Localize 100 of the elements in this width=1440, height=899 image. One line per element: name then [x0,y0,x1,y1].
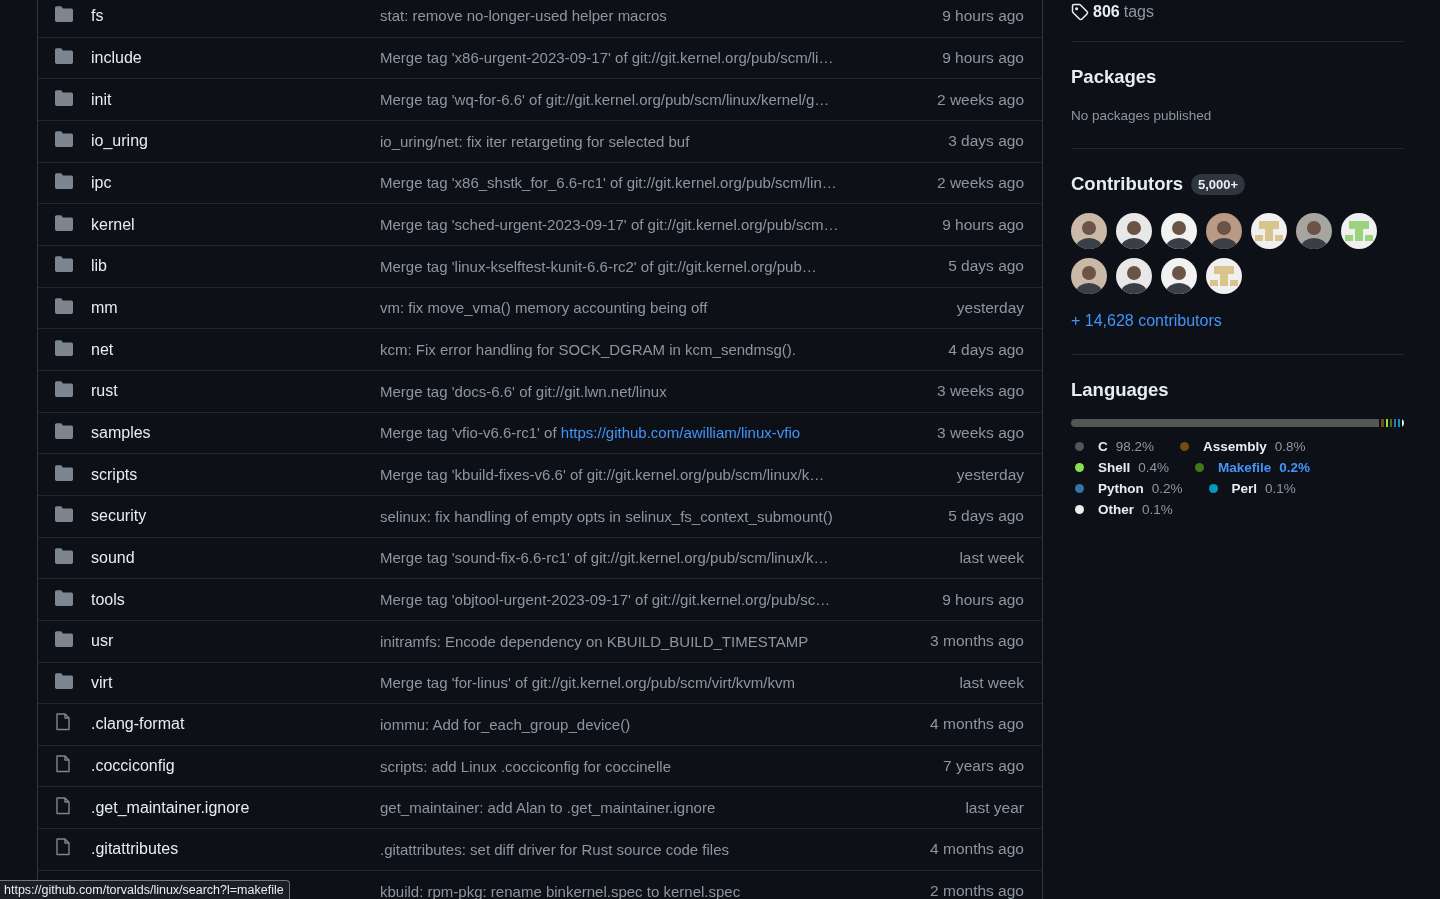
folder-icon [55,464,73,481]
file-name[interactable]: scripts [91,465,362,484]
avatar[interactable] [1206,258,1242,294]
avatar[interactable] [1251,213,1287,249]
commit-time: 5 days ago [948,257,1024,276]
commit-message[interactable]: Merge tag 'docs-6.6' of git://git.lwn.net/linux [380,382,919,400]
commit-message[interactable]: stat: remove no-longer-used helper macros [380,7,925,25]
commit-time: 2 months ago [930,882,1024,899]
commit-message[interactable]: Merge tag 'x86_shstk_for_6.6-rc1' of git://git.kernel.org/pub/scm/lin… [380,174,919,192]
language-item[interactable]: Shell 0.4% [1075,460,1170,475]
file-name[interactable]: sound [91,548,362,567]
commit-time: 3 months ago [930,632,1024,651]
file-name[interactable]: .cocciconfig [91,757,362,776]
commit-time: last year [965,798,1024,817]
tags-count[interactable]: 806 [1093,3,1120,21]
file-name[interactable]: net [91,340,362,359]
file-name[interactable]: lib [91,257,362,276]
file-name[interactable]: samples [91,423,362,442]
commit-time: 3 days ago [948,132,1024,151]
avatar[interactable] [1161,213,1197,249]
folder-icon [55,672,73,689]
commit-message[interactable]: Merge tag 'sched-urgent-2023-09-17' of git://git.kernel.org/pub/scm… [380,216,925,234]
commit-message[interactable]: Merge tag 'sound-fix-6.6-rc1' of git://git.kernel.org/pub/scm/linux/k… [380,549,942,567]
folder-icon [55,89,73,106]
language-item[interactable]: Assembly 0.8% [1180,439,1306,454]
avatar[interactable] [1116,258,1152,294]
avatar[interactable] [1071,258,1107,294]
commit-message[interactable]: Merge tag 'objtool-urgent-2023-09-17' of git://git.kernel.org/pub/sc… [380,591,925,608]
folder-icon [55,256,73,273]
section-title[interactable]: Packages [1071,66,1404,88]
folder-icon [55,131,73,148]
contributors-link[interactable]: + 14,628 contributors [1071,312,1222,329]
commit-message[interactable]: kcm: Fix error handling for SOCK_DGRAM in kcm_sendmsg(). [380,341,931,359]
commit-time: 2 weeks ago [936,90,1024,109]
section-title[interactable]: Contributors [1071,173,1183,195]
commit-time: 4 months ago [930,840,1024,859]
folder-icon [55,5,73,22]
commit-message[interactable]: vm: fix move_vma() memory accounting being off [380,299,939,317]
commit-message[interactable]: selinux: fix handling of empty opts in selinux_fs_context_submount() [380,507,931,525]
commit-time: last week [959,548,1024,567]
folder-icon [55,631,73,648]
folder-icon [55,172,73,189]
commit-message[interactable]: kbuild: rpm-pkg: rename binkernel.spec to kernel.spec [380,882,913,899]
empty-text: No packages published [1071,108,1212,123]
commit-time: 9 hours ago [942,49,1024,67]
folder-icon [55,297,73,314]
commit-message[interactable]: .gitattributes: set diff driver for Rust source code files [380,840,913,858]
avatar[interactable] [1071,213,1107,249]
avatar[interactable] [1161,258,1197,294]
file-name[interactable]: fs [91,6,362,25]
language-item[interactable]: Other 0.1% [1075,502,1173,517]
commit-time: 9 hours ago [942,215,1024,234]
file-name[interactable]: mm [91,298,362,317]
commit-link[interactable]: https://github.com/awilliam/linux-vfio [560,424,801,442]
folder-icon [55,381,73,398]
commit-time: 4 months ago [930,715,1024,734]
file-name[interactable]: kernel [91,215,362,234]
commit-message[interactable]: scripts: add Linux .cocciconfig for coccinelle [380,757,925,775]
avatar[interactable] [1341,213,1377,249]
commit-message[interactable]: Merge tag 'x86-urgent-2023-09-17' of git://git.kernel.org/pub/scm/li… [380,49,925,67]
commit-message[interactable]: Merge tag 'linux-kselftest-kunit-6.6-rc2' of git://git.kernel.org/pub… [380,257,931,275]
avatar[interactable] [1296,213,1332,249]
folder-icon [55,48,73,64]
file-name[interactable]: io_uring [91,132,362,151]
language-item[interactable]: Makefile 0.2% [1195,460,1311,475]
commit-time: yesterday [956,298,1024,317]
commit-message[interactable]: Merge tag 'for-linus' of git://git.kernel.org/pub/scm/virt/kvm/kvm [380,674,942,692]
file-icon [55,755,71,774]
commit-message[interactable]: Merge tag 'vfio-v6.6-rc1' of https://github.com/awilliam/linux-vfio [380,424,919,442]
count-badge: 5,000+ [1191,173,1246,195]
folder-icon [55,506,73,523]
file-name[interactable]: security [91,507,362,526]
commit-time: 7 years ago [943,757,1024,776]
commit-time: 3 weeks ago [936,423,1024,442]
language-item[interactable]: Perl 0.1% [1208,481,1296,496]
commit-time: 2 weeks ago [936,173,1024,192]
file-name[interactable]: .clang-format [91,715,362,734]
file-icon [55,838,71,857]
commit-message[interactable]: Merge tag 'wq-for-6.6' of git://git.kernel.org/pub/scm/linux/kernel/g… [380,91,919,109]
file-name[interactable]: .get_maintainer.ignore [91,798,362,817]
avatar[interactable] [1116,213,1152,249]
file-name[interactable]: virt [91,673,362,692]
avatar[interactable] [1206,213,1242,249]
commit-message[interactable]: io_uring/net: fix iter retargeting for selected buf [380,132,931,150]
file-name[interactable]: tools [91,590,362,609]
language-item[interactable]: Python 0.2% [1075,481,1183,496]
file-name[interactable]: ipc [91,173,362,192]
file-name[interactable]: .gitattributes [91,840,362,859]
file-name[interactable]: rust [91,382,362,401]
status-url: https://github.com/torvalds/linux/search?l=makefile [0,880,290,899]
commit-time: last week [959,673,1024,692]
file-name[interactable]: init [91,90,362,109]
commit-message[interactable]: iommu: Add for_each_group_device() [380,716,913,733]
commit-message[interactable]: get_maintainer: add Alan to .get_maintainer.ignore [380,799,948,817]
file-name[interactable]: include [91,49,362,67]
language-item[interactable]: C 98.2% [1075,439,1155,454]
file-name[interactable]: usr [91,632,362,651]
commit-message[interactable]: Merge tag 'kbuild-fixes-v6.6' of git://git.kernel.org/pub/scm/linux/k… [380,466,939,484]
tags-label[interactable]: tags [1123,3,1154,21]
commit-message[interactable]: initramfs: Encode dependency on KBUILD_BUILD_TIMESTAMP [380,632,913,650]
